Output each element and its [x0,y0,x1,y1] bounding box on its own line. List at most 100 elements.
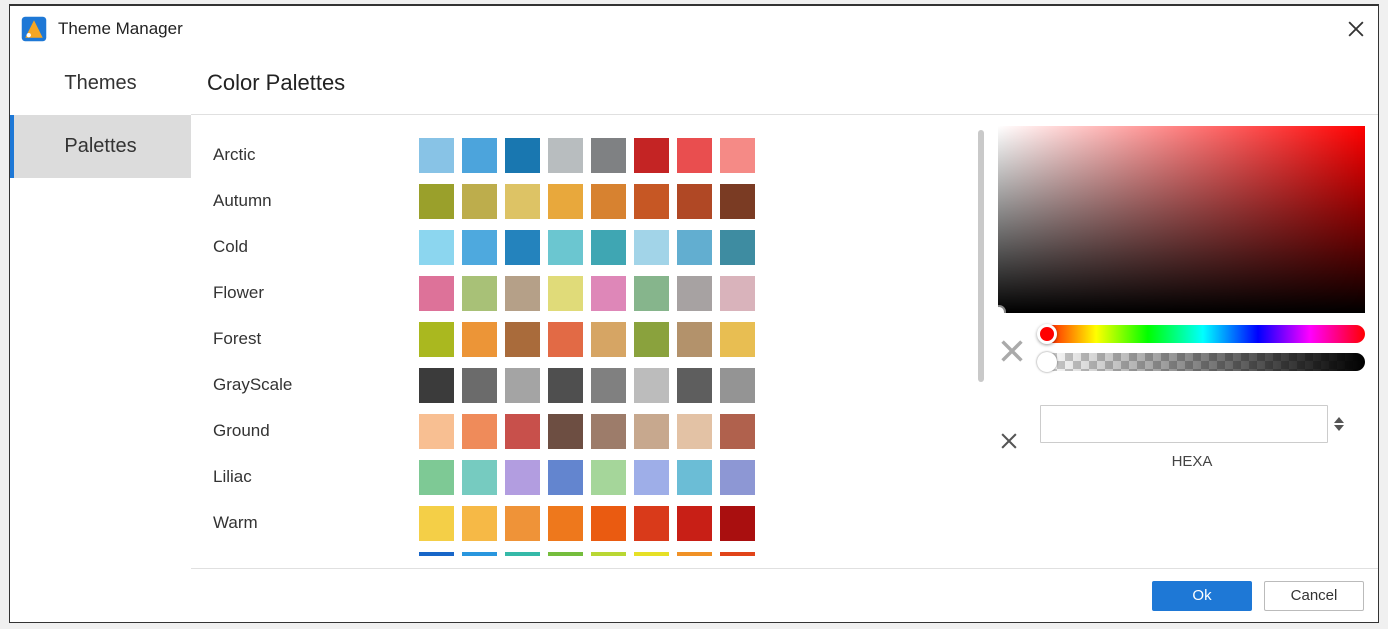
color-swatch[interactable] [548,230,583,265]
alpha-slider[interactable] [1041,353,1365,371]
color-swatch[interactable] [419,414,454,449]
palette-row[interactable]: Liliac [213,454,984,500]
color-swatch[interactable] [462,138,497,173]
palette-row[interactable]: Ground [213,408,984,454]
color-swatch[interactable] [720,460,755,495]
color-swatch[interactable] [462,506,497,541]
color-swatch[interactable] [677,138,712,173]
palette-row[interactable]: Rainbow [213,546,984,556]
color-swatch[interactable] [505,506,540,541]
palette-row[interactable]: Forest [213,316,984,362]
color-swatch[interactable] [720,276,755,311]
color-swatch[interactable] [548,460,583,495]
color-swatch[interactable] [634,368,669,403]
color-swatch[interactable] [505,184,540,219]
color-swatch[interactable] [419,322,454,357]
color-swatch[interactable] [548,506,583,541]
color-swatch[interactable] [634,184,669,219]
color-swatch[interactable] [505,552,540,557]
color-swatch[interactable] [505,460,540,495]
color-swatch[interactable] [505,230,540,265]
color-swatch[interactable] [720,138,755,173]
cancel-button[interactable]: Cancel [1264,581,1364,611]
color-swatch[interactable] [462,230,497,265]
color-swatch[interactable] [462,552,497,557]
color-swatch[interactable] [419,552,454,557]
hexa-clear-icon[interactable] [998,430,1020,452]
color-swatch[interactable] [505,368,540,403]
palette-row[interactable]: Flower [213,270,984,316]
hue-slider[interactable] [1041,325,1365,343]
palette-row[interactable]: Cold [213,224,984,270]
palette-row[interactable]: GrayScale [213,362,984,408]
color-swatch[interactable] [462,276,497,311]
color-swatch[interactable] [634,138,669,173]
color-swatch[interactable] [677,552,712,557]
color-swatch[interactable] [462,368,497,403]
color-swatch[interactable] [634,276,669,311]
color-swatch[interactable] [591,322,626,357]
color-swatch[interactable] [720,414,755,449]
color-swatch[interactable] [419,460,454,495]
color-swatch[interactable] [462,322,497,357]
color-swatch[interactable] [462,184,497,219]
color-swatch[interactable] [634,552,669,557]
color-swatch[interactable] [591,460,626,495]
color-swatch[interactable] [591,230,626,265]
color-swatch[interactable] [548,368,583,403]
color-swatch[interactable] [677,276,712,311]
format-stepper[interactable] [1334,417,1344,431]
close-button[interactable] [1346,19,1366,39]
color-swatch[interactable] [419,368,454,403]
hexa-input[interactable] [1040,405,1328,443]
color-swatch[interactable] [591,184,626,219]
color-swatch[interactable] [548,322,583,357]
color-swatch[interactable] [591,368,626,403]
color-swatch[interactable] [591,552,626,557]
picker-reset-icon[interactable] [998,337,1026,365]
color-swatch[interactable] [591,276,626,311]
color-swatch[interactable] [591,506,626,541]
color-swatch[interactable] [548,276,583,311]
color-swatch[interactable] [720,230,755,265]
alpha-handle[interactable] [1037,352,1057,372]
color-swatch[interactable] [634,230,669,265]
color-swatch[interactable] [419,230,454,265]
tab-palettes[interactable]: Palettes [10,115,191,178]
color-swatch[interactable] [634,460,669,495]
color-swatch[interactable] [505,276,540,311]
color-swatch[interactable] [634,322,669,357]
color-swatch[interactable] [505,414,540,449]
color-swatch[interactable] [720,506,755,541]
color-swatch[interactable] [548,414,583,449]
color-swatch[interactable] [677,322,712,357]
color-swatch[interactable] [634,506,669,541]
color-swatch[interactable] [548,552,583,557]
color-swatch[interactable] [720,322,755,357]
color-swatch[interactable] [419,138,454,173]
color-swatch[interactable] [677,184,712,219]
palette-row[interactable]: Autumn [213,178,984,224]
tab-themes[interactable]: Themes [10,52,191,115]
color-swatch[interactable] [419,506,454,541]
palette-row[interactable]: Warm [213,500,984,546]
color-swatch[interactable] [677,414,712,449]
color-swatch[interactable] [677,460,712,495]
sv-handle[interactable] [998,305,1006,313]
color-swatch[interactable] [591,414,626,449]
color-swatch[interactable] [720,368,755,403]
color-swatch[interactable] [677,506,712,541]
color-swatch[interactable] [505,138,540,173]
color-swatch[interactable] [419,276,454,311]
color-swatch[interactable] [505,322,540,357]
color-swatch[interactable] [462,414,497,449]
color-swatch[interactable] [677,230,712,265]
palette-row[interactable]: Arctic [213,132,984,178]
color-swatch[interactable] [548,138,583,173]
color-swatch[interactable] [548,184,583,219]
color-swatch[interactable] [419,184,454,219]
color-swatch[interactable] [462,460,497,495]
ok-button[interactable]: Ok [1152,581,1252,611]
color-swatch[interactable] [634,414,669,449]
hue-handle[interactable] [1037,324,1057,344]
